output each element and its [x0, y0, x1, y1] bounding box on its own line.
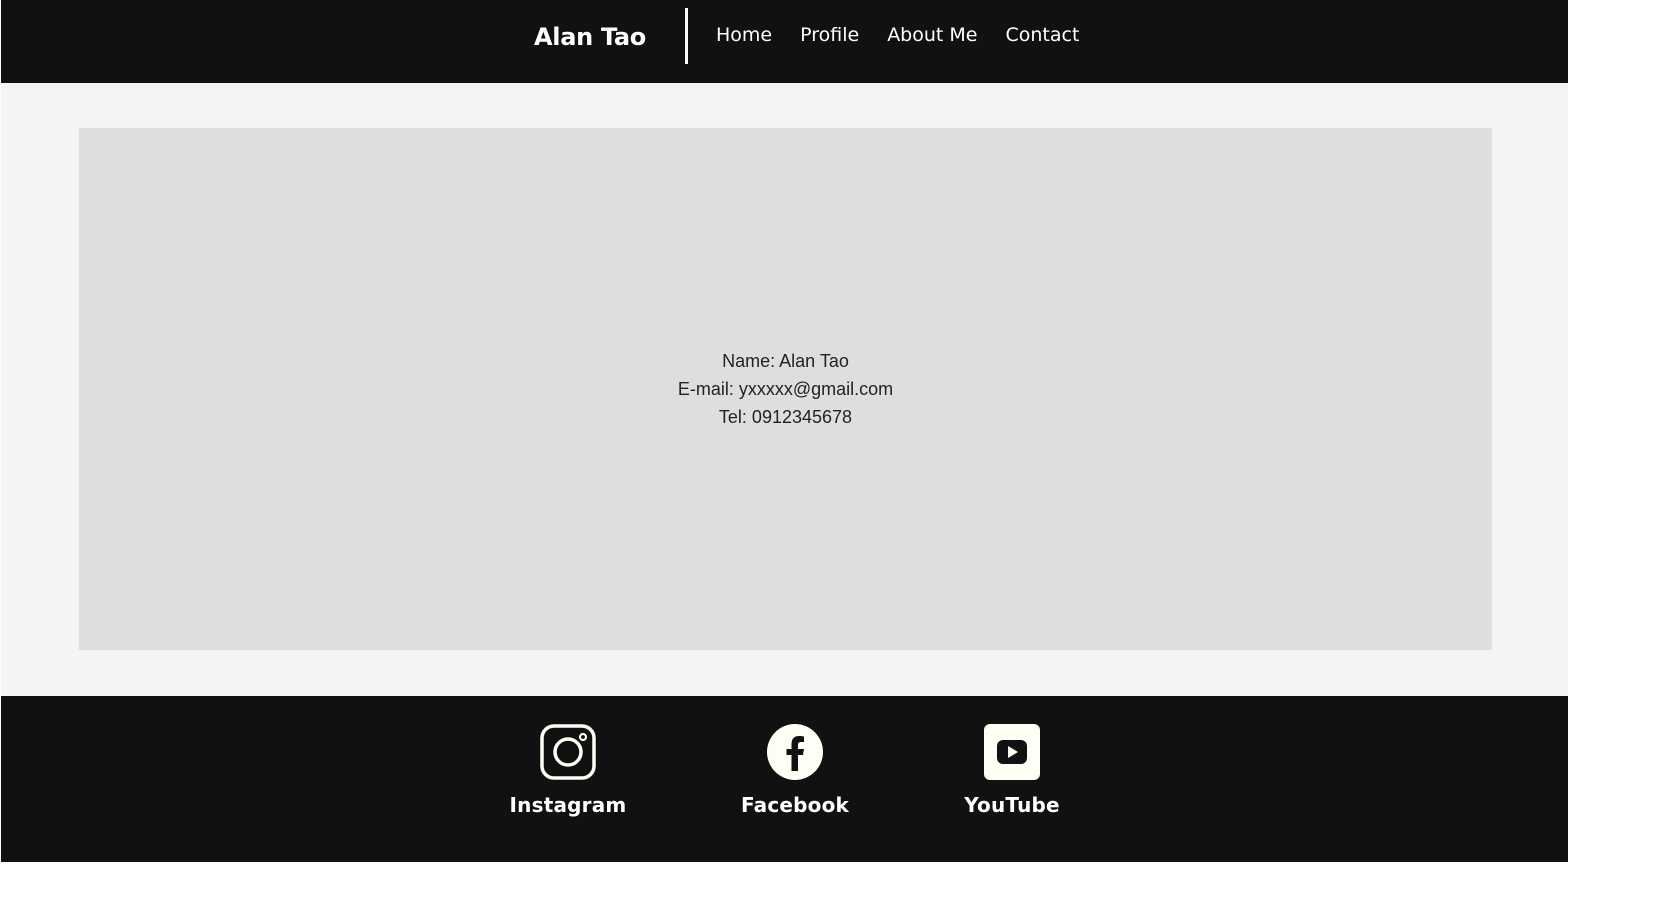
site-footer: Instagram Facebook YouTube — [1, 696, 1568, 862]
nav-divider — [685, 8, 688, 64]
facebook-icon — [767, 724, 823, 780]
contact-name: Name: Alan Tao — [722, 351, 849, 371]
brand-title[interactable]: Alan Tao — [534, 20, 646, 54]
contact-info: Name: Alan Tao E-mail: yxxxxx@gmail.com … — [678, 347, 893, 431]
instagram-icon — [540, 724, 596, 780]
contact-tel: Tel: 0912345678 — [718, 407, 853, 427]
nav-link-contact[interactable]: Contact — [1005, 20, 1079, 50]
youtube-icon — [984, 724, 1040, 780]
nav-link-profile[interactable]: Profile — [800, 20, 859, 50]
site-header: Alan Tao Home Profile About Me Contact — [1, 0, 1568, 83]
youtube-link[interactable]: YouTube — [932, 724, 1092, 818]
nav-link-home[interactable]: Home — [716, 20, 772, 50]
contact-card: Name: Alan Tao E-mail: yxxxxx@gmail.com … — [79, 128, 1492, 650]
contact-email: E-mail: yxxxxx@gmail.com — [677, 379, 894, 399]
instagram-link[interactable]: Instagram — [488, 724, 648, 818]
facebook-label: Facebook — [740, 793, 850, 817]
page: Alan Tao Home Profile About Me Contact N… — [1, 0, 1568, 862]
main-nav: Home Profile About Me Contact — [716, 20, 1079, 50]
main-content: Name: Alan Tao E-mail: yxxxxx@gmail.com … — [1, 83, 1568, 696]
youtube-label: YouTube — [964, 793, 1060, 817]
nav-link-about-me[interactable]: About Me — [887, 20, 977, 50]
instagram-label: Instagram — [509, 793, 627, 817]
facebook-link[interactable]: Facebook — [715, 724, 875, 818]
